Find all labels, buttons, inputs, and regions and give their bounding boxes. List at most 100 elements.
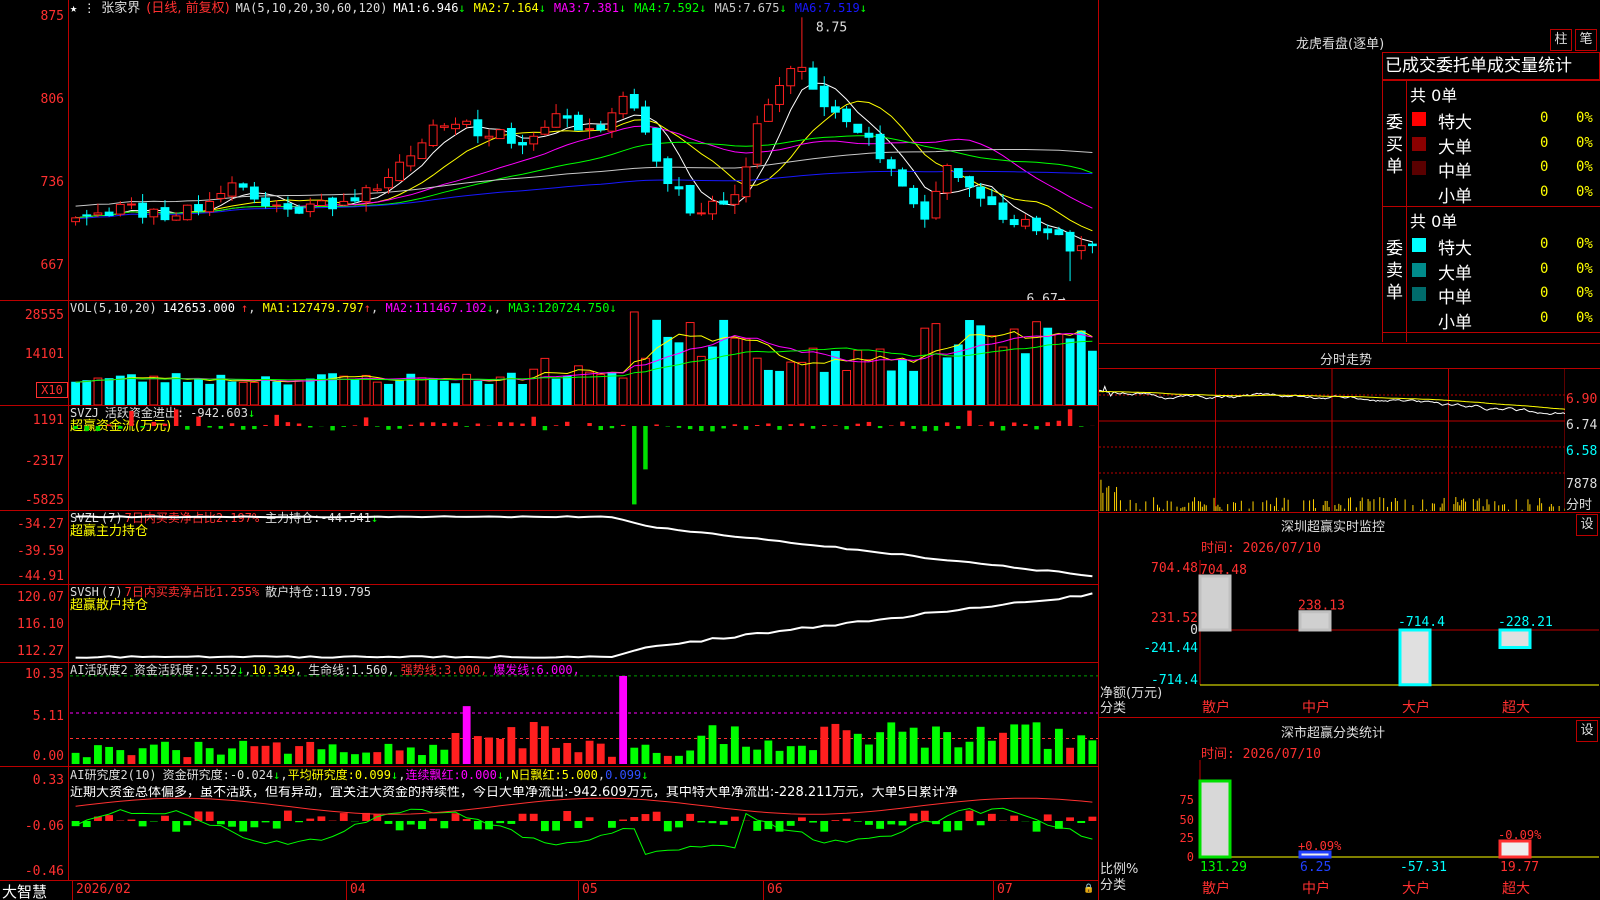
research-bar: [228, 820, 236, 827]
activity-bar: [708, 725, 717, 764]
activity-bar: [775, 750, 784, 764]
activity-bar: [1077, 735, 1086, 764]
research-bar: [161, 815, 169, 821]
szm-category: 超大: [1502, 700, 1530, 716]
low-price-label: 6.67→: [1026, 292, 1065, 300]
candle-up: [551, 113, 561, 128]
flow-out-bar: [140, 426, 145, 428]
lhb-vline: [1382, 80, 1383, 342]
aihy-chart[interactable]: [70, 662, 1098, 766]
vol-bar-down: [82, 380, 92, 405]
activity-bar: [585, 740, 594, 764]
flow-out-bar: [1000, 426, 1006, 431]
aiyj-tick-2: -0.06: [24, 819, 64, 834]
svzj-chart[interactable]: [70, 405, 1098, 510]
vol-bar-up: [529, 368, 539, 405]
activity-bar: [194, 741, 203, 764]
buy-row-count: 0: [1540, 110, 1549, 126]
research-bar: [451, 813, 460, 821]
x-label: 04: [350, 882, 366, 897]
candle-up: [451, 123, 460, 130]
activity-bar: [496, 738, 505, 764]
brand-label[interactable]: 大智慧: [2, 881, 47, 900]
sz-class-settings-button[interactable]: 设: [1576, 720, 1598, 742]
aiyj-chart[interactable]: [70, 766, 1098, 880]
activity-bar: [216, 754, 225, 764]
sep-aihy: [0, 662, 1098, 663]
sell-row-percent: 0%: [1576, 309, 1593, 326]
flow-out-bar: [699, 426, 704, 431]
vol-bar-up: [93, 377, 103, 405]
research-bar: [283, 810, 292, 821]
vol-bar-down: [182, 381, 192, 405]
candle-down: [965, 176, 974, 188]
tab-orders[interactable]: 委托单: [1436, 53, 1487, 79]
intraday-chart[interactable]: [1099, 369, 1565, 511]
research-bar: [865, 820, 873, 825]
svsh-chart[interactable]: [70, 584, 1098, 662]
tab-filled[interactable]: 已成交: [1383, 53, 1436, 79]
sz-monitor-chart[interactable]: 704.48 散户 238.13 中户 -714.4 大户 -228.21 超大: [1099, 560, 1599, 720]
candle-down: [853, 123, 863, 133]
vol-bar-down: [428, 378, 438, 405]
vol-bar-down: [350, 379, 360, 405]
candle-down: [898, 169, 907, 187]
vol-bar-down: [976, 325, 986, 405]
candlestick-chart[interactable]: 8.75 6.67→: [70, 0, 1098, 300]
activity-bar: [965, 741, 974, 764]
tab-volume-stats[interactable]: 成交量统计: [1487, 53, 1572, 79]
vol-bar-down: [283, 384, 293, 405]
szm-value-label: -228.21: [1498, 615, 1553, 630]
activity-bar: [183, 757, 192, 764]
research-bar: [418, 820, 426, 830]
candle-up: [127, 203, 136, 206]
flow-in-bar: [833, 425, 838, 426]
candle-up: [696, 212, 706, 215]
candle-up: [942, 165, 952, 194]
vol-bar-down: [708, 346, 717, 405]
research-bar: [697, 820, 706, 823]
vol-bar-down: [819, 371, 829, 405]
flow-in-bar: [754, 424, 760, 426]
research-bar: [384, 820, 393, 824]
activity-bar: [116, 750, 125, 764]
sell-swatch: [1412, 262, 1426, 277]
flow-in-bar: [553, 425, 559, 426]
activity-bar: [1032, 722, 1041, 764]
szm-bar-3: [1498, 628, 1532, 649]
activity-bar: [920, 747, 929, 764]
activity-bar: [630, 747, 639, 764]
vol-unit-button[interactable]: X10: [36, 382, 68, 398]
activity-bar: [429, 744, 438, 764]
svsh-tick-1: 120.07: [17, 590, 64, 605]
candle-down: [842, 108, 851, 123]
candle-up: [361, 187, 371, 203]
volume-chart[interactable]: [70, 300, 1098, 405]
fs-vol-tick: 7878: [1566, 477, 1598, 492]
aiyj-tick-1: 0.33: [32, 773, 64, 788]
vol-bar-up: [786, 361, 796, 405]
activity-bar: [306, 741, 315, 764]
candle-down: [261, 197, 270, 207]
activity-bar: [328, 744, 337, 764]
lock-icon[interactable]: 🔒: [1083, 884, 1094, 894]
sz-monitor-settings-button[interactable]: 设: [1576, 514, 1598, 536]
research-bar: [261, 820, 270, 823]
candle-down: [294, 206, 304, 214]
vol-bar-up: [752, 357, 762, 405]
sz-class-chart[interactable]: 131.29 散户 6.25 +0.09% 中户 -57.31 大户 19.77 -0.09% 超…: [1099, 760, 1599, 900]
tick-view-button[interactable]: 笔: [1575, 29, 1597, 51]
flow-out-bar: [911, 426, 916, 429]
szc-value-label: -57.31: [1400, 860, 1447, 875]
bar-view-button[interactable]: 柱: [1550, 29, 1572, 51]
activity-bar: [898, 731, 907, 764]
svzl-chart[interactable]: [70, 510, 1098, 584]
vol-bar-up: [294, 379, 304, 405]
candle-down: [518, 142, 527, 146]
candle-up: [931, 190, 941, 219]
candle-down: [82, 214, 92, 217]
vol-bar-down: [272, 381, 282, 405]
candle-up: [149, 208, 159, 218]
sell-row-count: 0: [1540, 260, 1549, 277]
szc-bar-3: [1498, 839, 1532, 859]
